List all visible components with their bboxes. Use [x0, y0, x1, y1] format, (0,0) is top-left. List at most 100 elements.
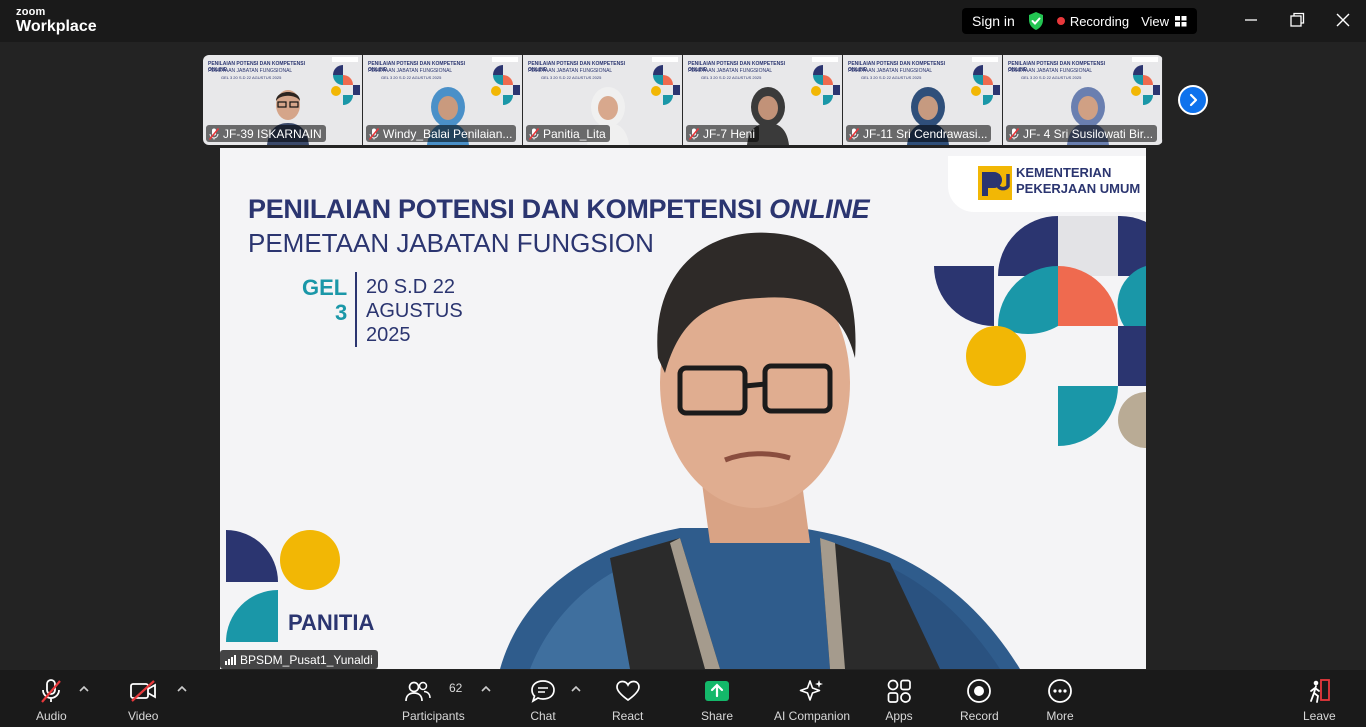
zoom-logo: zoom Workplace [16, 7, 97, 35]
participant-thumbnail[interactable]: PENILAIAN POTENSI DAN KOMPETENSI ONLINE … [523, 55, 683, 145]
participant-thumbnail[interactable]: PENILAIAN POTENSI DAN KOMPETENSI ONLINE … [1003, 55, 1163, 145]
thumb-slide-decoration [971, 65, 1000, 105]
thumb-slide-decoration [1131, 65, 1160, 105]
ai-companion-label: AI Companion [774, 709, 851, 723]
record-label: Record [960, 709, 999, 723]
thumb-ministry-logo [1132, 57, 1158, 62]
thumb-slide-subtitle: PEMETAAN JABATAN FUNGSIONAL [848, 68, 933, 74]
active-speaker-video[interactable]: KEMENTERIAN PEKERJAAN UMUM PENILAIAN POT… [220, 148, 1146, 669]
chat-label: Chat [530, 709, 556, 723]
thumb-slide-decoration [331, 65, 360, 105]
react-label: React [612, 709, 644, 723]
participant-name-tag: JF-7 Heni [686, 125, 760, 142]
participant-thumbnail[interactable]: PENILAIAN POTENSI DAN KOMPETENSI ONLINE … [363, 55, 523, 145]
gel-number: 3 [334, 300, 348, 326]
restore-icon[interactable] [1287, 10, 1307, 30]
participant-name: JF-11 Sri Cendrawasi... [863, 126, 988, 141]
participant-name: JF-39 ISKARNAIN [223, 126, 322, 141]
view-button[interactable]: View [1141, 14, 1187, 29]
participant-thumbnail[interactable]: PENILAIAN POTENSI DAN KOMPETENSI ONLINE … [203, 55, 363, 145]
thumb-slide-decoration [491, 65, 520, 105]
thumb-ministry-logo [972, 57, 998, 62]
thumb-slide-decoration [811, 65, 840, 105]
more-dots-icon [1048, 679, 1072, 703]
participants-icon [405, 681, 432, 702]
apps-icon [887, 679, 911, 703]
gel-divider [355, 272, 357, 347]
thumb-ministry-logo [812, 57, 838, 62]
muted-mic-icon [529, 127, 539, 140]
signal-bars-icon [225, 654, 236, 665]
logo-top: zoom [16, 6, 46, 18]
video-label: Video [128, 709, 159, 723]
record-icon [967, 679, 992, 703]
share-label: Share [701, 709, 734, 723]
recording-indicator[interactable]: Recording [1056, 14, 1129, 29]
logo-bottom: Workplace [16, 18, 97, 35]
share-button[interactable]: Share [701, 678, 733, 723]
participant-name-tag: JF- 4 Sri Susilowati Bir... [1006, 125, 1158, 142]
ministry-line1: KEMENTERIAN [1016, 165, 1112, 180]
ministry-name: KEMENTERIAN PEKERJAAN UMUM [1016, 165, 1140, 198]
participants-count: 62 [449, 681, 463, 695]
apps-label: Apps [885, 709, 913, 723]
meeting-toolbar: Audio Video Participants 62 Chat React S… [0, 670, 1366, 727]
more-label: More [1046, 709, 1074, 723]
participant-name: JF- 4 Sri Susilowati Bir... [1023, 126, 1154, 141]
participant-thumbnail[interactable]: PENILAIAN POTENSI DAN KOMPETENSI ONLINE … [843, 55, 1003, 145]
audio-options-caret[interactable] [78, 684, 90, 694]
ministry-line2: PEKERJAAN UMUM [1016, 181, 1141, 197]
video-button[interactable]: Video [128, 678, 158, 723]
speaker-name: BPSDM_Pusat1_Yunaldi [240, 652, 373, 667]
next-page-button[interactable] [1178, 85, 1208, 115]
gel-label: GEL [302, 275, 348, 300]
participant-thumbnail[interactable]: PENILAIAN POTENSI DAN KOMPETENSI ONLINE … [683, 55, 843, 145]
thumb-slide-subtitle: PEMETAAN JABATAN FUNGSIONAL [688, 68, 773, 74]
more-button[interactable]: More [1046, 678, 1074, 723]
thumb-slide-subtitle: PEMETAAN JABATAN FUNGSIONAL [528, 68, 613, 74]
participant-strip: PENILAIAN POTENSI DAN KOMPETENSI ONLINE … [203, 55, 1163, 145]
thumb-slide-subtitle: PEMETAAN JABATAN FUNGSIONAL [1008, 68, 1093, 74]
sign-in-button[interactable]: Sign in [972, 13, 1015, 29]
participant-name: JF-7 Heni [703, 126, 756, 141]
ai-companion-button[interactable]: AI Companion [774, 678, 850, 723]
video-options-caret[interactable] [176, 684, 188, 694]
recording-dot-icon [1056, 17, 1065, 25]
muted-mic-icon [849, 127, 859, 140]
title-bar-controls: Sign in Recording View [962, 8, 1198, 34]
audio-label: Audio [36, 709, 67, 723]
share-arrow-icon [705, 681, 730, 701]
react-heart-icon [615, 680, 640, 702]
chevron-right-icon [1189, 93, 1198, 107]
participant-name-tag: Windy_Balai Penilaian... [366, 125, 517, 142]
chat-button[interactable]: Chat [529, 678, 557, 723]
participant-name: Panitia_Lita [543, 126, 606, 141]
close-icon[interactable] [1333, 10, 1353, 30]
speaker-person [500, 232, 1020, 669]
shield-check-icon[interactable] [1027, 11, 1045, 31]
muted-mic-icon [1009, 127, 1019, 140]
thumb-slide-decoration [651, 65, 680, 105]
muted-mic-icon [41, 679, 62, 703]
title-bar: zoom Workplace Sign in Recording View [0, 0, 1366, 42]
apps-button[interactable]: Apps [885, 678, 913, 723]
participant-name-tag: JF-39 ISKARNAIN [206, 125, 326, 142]
thumb-ministry-logo [332, 57, 358, 62]
chat-options-caret[interactable] [570, 684, 582, 694]
minimize-icon[interactable] [1241, 10, 1261, 30]
chat-icon [531, 680, 555, 703]
leave-icon [1310, 679, 1331, 703]
react-button[interactable]: React [612, 678, 643, 723]
participant-name-tag: Panitia_Lita [526, 125, 610, 142]
participants-options-caret[interactable] [480, 684, 492, 694]
ministry-logo-icon [978, 166, 1012, 200]
record-button[interactable]: Record [960, 678, 999, 723]
participant-name-tag: JF-11 Sri Cendrawasi... [846, 125, 992, 142]
thumb-slide-subtitle: PEMETAAN JABATAN FUNGSIONAL [368, 68, 453, 74]
audio-button[interactable]: Audio [36, 678, 67, 723]
thumb-ministry-logo [492, 57, 518, 62]
leave-button[interactable]: Leave [1303, 678, 1336, 723]
thumb-ministry-logo [652, 57, 678, 62]
thumb-slide-subtitle: PEMETAAN JABATAN FUNGSIONAL [208, 68, 293, 74]
leave-label: Leave [1303, 709, 1336, 723]
